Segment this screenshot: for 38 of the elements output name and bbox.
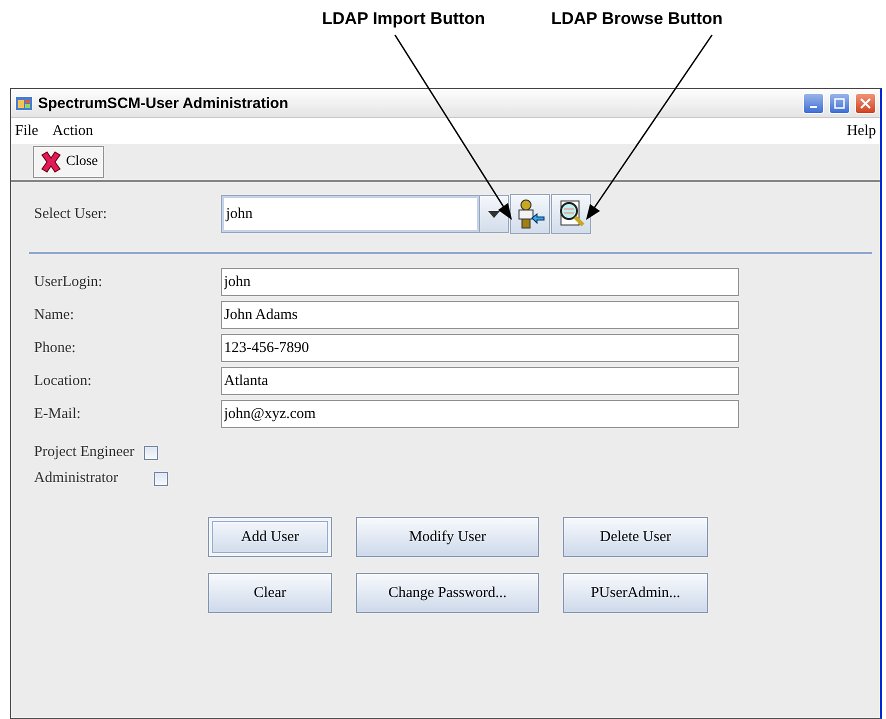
maximize-icon — [834, 98, 845, 108]
window-title: SpectrumSCM-User Administration — [38, 94, 290, 112]
menu-item[interactable]: Help — [846, 122, 876, 140]
ldap-browse-button[interactable] — [551, 194, 591, 234]
checkbox[interactable] — [144, 446, 158, 460]
menu-item[interactable]: Action — [52, 122, 94, 140]
dropdown-arrow-icon — [488, 210, 500, 218]
app-icon — [15, 94, 33, 112]
maximize-button[interactable] — [829, 92, 850, 114]
checkbox-label: Administrator — [34, 470, 118, 487]
callout-label: LDAP Browse Button — [551, 9, 723, 29]
user-dropdown[interactable]: john — [221, 195, 509, 233]
minimize-button[interactable] — [803, 92, 824, 114]
minimize-icon — [810, 106, 817, 108]
action-button[interactable]: Change Password... — [356, 573, 539, 613]
field-label: E-Mail: — [34, 406, 82, 422]
field-label: Select User: — [34, 206, 108, 222]
close-toolbar-button[interactable]: Close — [33, 146, 104, 178]
action-button[interactable]: Clear — [208, 573, 332, 613]
action-button[interactable]: Modify User — [356, 517, 539, 557]
input-field[interactable]: Atlanta — [221, 367, 739, 395]
close-button[interactable] — [855, 92, 876, 114]
action-button[interactable]: Delete User — [563, 517, 708, 557]
action-button[interactable]: PUserAdmin... — [563, 573, 708, 613]
field-label: Phone: — [34, 340, 77, 356]
input-field[interactable]: John Adams — [221, 301, 739, 329]
ldap-import-button[interactable] — [510, 194, 550, 234]
checkbox-label: Project Engineer — [34, 444, 134, 461]
field-label: Location: — [34, 372, 92, 390]
menu-item[interactable]: File — [15, 122, 38, 140]
field-label: Name: — [34, 306, 75, 324]
action-button[interactable]: Add User — [208, 517, 332, 557]
close-icon — [860, 98, 871, 108]
callout-label: LDAP Import Button — [322, 9, 486, 29]
field-label: UserLogin: — [34, 274, 104, 290]
input-field[interactable]: 123-456-7890 — [221, 334, 739, 362]
close-icon — [39, 151, 63, 173]
checkbox[interactable] — [154, 472, 168, 486]
